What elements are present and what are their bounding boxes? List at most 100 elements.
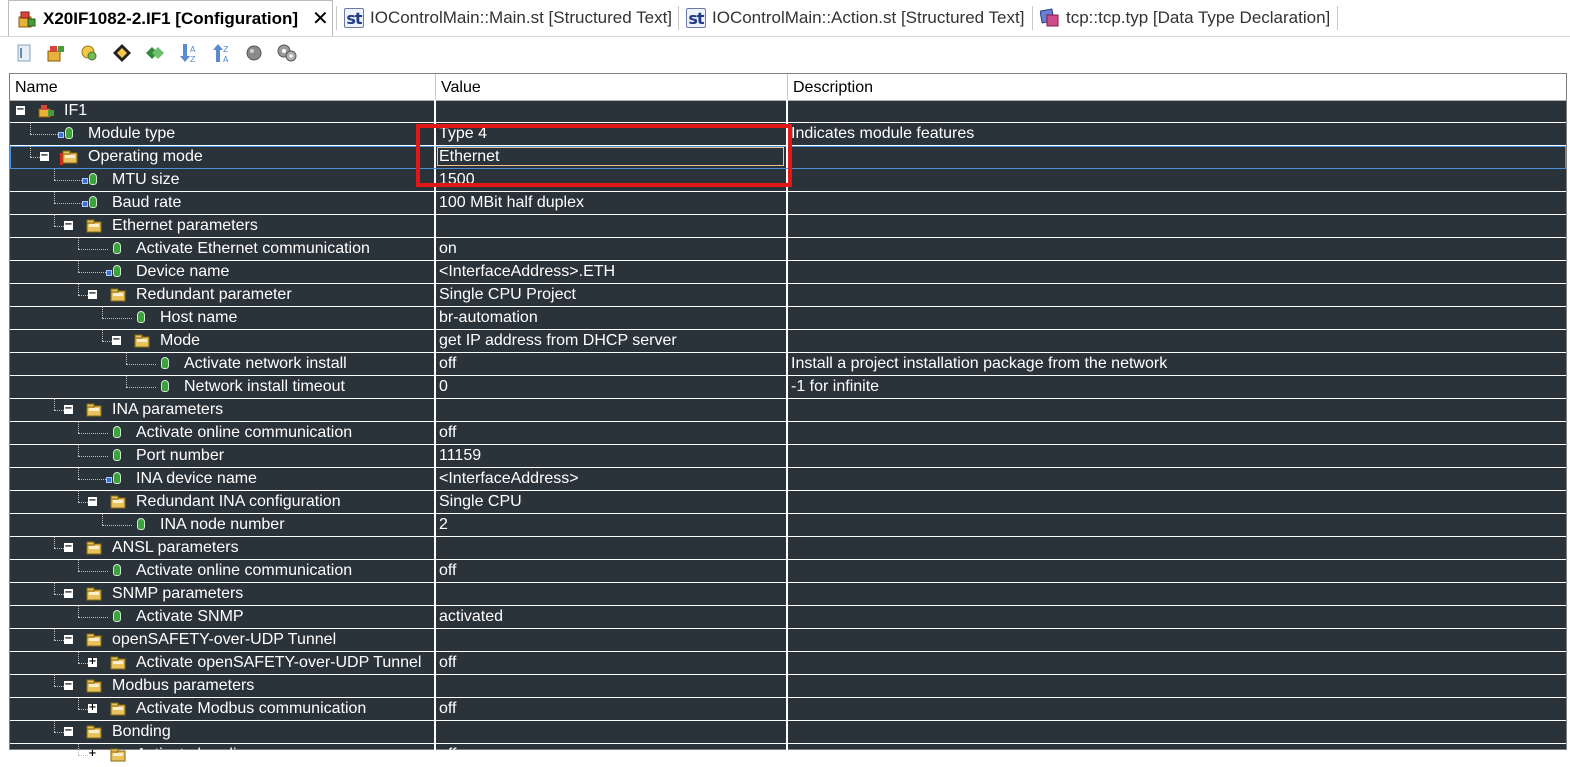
value-cell[interactable]: Single CPU — [436, 491, 785, 513]
table-row[interactable]: Activate online communication off — [10, 422, 1566, 445]
table-row[interactable]: Module type Type 4 Indicates module featur… — [10, 123, 1566, 146]
value-cell[interactable]: Ethernet — [436, 146, 785, 168]
value-cell[interactable]: off — [436, 744, 785, 766]
sort-ascending-icon[interactable]: ZA — [209, 41, 233, 65]
table-row[interactable]: Activate Ethernet communication on — [10, 238, 1566, 261]
column-header-value[interactable]: Value — [436, 74, 788, 100]
table-row[interactable]: Activate SNMP activated — [10, 606, 1566, 629]
collapse-icon[interactable]: − — [40, 151, 49, 161]
table-row[interactable]: INA device name <InterfaceAddress> — [10, 468, 1566, 491]
lock-icon — [106, 270, 112, 276]
close-icon[interactable]: ✕ — [312, 6, 329, 31]
column-header-description[interactable]: Description — [788, 74, 1566, 100]
table-row[interactable]: Activate online communication off — [10, 560, 1566, 583]
row-name: Modbus parameters — [112, 677, 255, 694]
tab-tcp-typ[interactable]: tcp::tcp.typ [Data Type Declaration] — [1032, 0, 1345, 36]
table-row[interactable]: − Redundant parameter Single CPU Project — [10, 284, 1566, 307]
table-row[interactable]: + Activate bonding off — [10, 744, 1566, 767]
table-row[interactable]: Network install timeout 0 -1 for infinite — [10, 376, 1566, 399]
value-cell[interactable] — [436, 721, 785, 743]
table-row[interactable]: − Bonding — [10, 721, 1566, 744]
collapse-icon[interactable]: − — [64, 588, 73, 598]
value-cell[interactable]: off — [436, 652, 785, 674]
table-row[interactable]: − Operating mode Ethernet — [10, 146, 1566, 169]
description-cell — [788, 698, 1566, 720]
table-row[interactable]: + Activate openSAFETY-over-UDP Tunnel off — [10, 652, 1566, 675]
table-row[interactable]: Activate network install off Install a pro… — [10, 353, 1566, 376]
table-row[interactable]: Device name <InterfaceAddress>.ETH — [10, 261, 1566, 284]
value-cell[interactable]: 11159 — [436, 445, 785, 467]
expand-icon[interactable]: + — [88, 703, 97, 713]
edit-icon[interactable] — [77, 41, 101, 65]
table-row[interactable]: − Mode get IP address from DHCP server — [10, 330, 1566, 353]
expand-icon[interactable]: + — [88, 749, 97, 759]
value-cell[interactable]: off — [436, 422, 785, 444]
collapse-icon[interactable]: − — [88, 496, 97, 506]
table-row[interactable]: − openSAFETY-over-UDP Tunnel — [10, 629, 1566, 652]
table-row[interactable]: Baud rate 100 MBit half duplex — [10, 192, 1566, 215]
description-cell — [788, 307, 1566, 329]
column-header-name[interactable]: Name — [10, 74, 436, 100]
value-cell[interactable]: on — [436, 238, 785, 260]
sort-descending-icon[interactable]: AZ — [176, 41, 200, 65]
value-cell[interactable] — [436, 215, 785, 237]
value-cell[interactable]: get IP address from DHCP server — [436, 330, 785, 352]
tab-main-st[interactable]: st IOControlMain::Main.st [Structured Te… — [336, 0, 686, 36]
tree-connector — [126, 364, 156, 365]
collapse-icon[interactable]: − — [88, 289, 97, 299]
table-row[interactable]: INA node number 2 — [10, 514, 1566, 537]
table-row[interactable]: − INA parameters — [10, 399, 1566, 422]
value-cell[interactable]: Type 4 — [436, 123, 785, 145]
parameter-icon — [113, 472, 121, 484]
collapse-icon[interactable]: − — [64, 634, 73, 644]
collapse-icon[interactable]: − — [112, 335, 121, 345]
expand-icon[interactable]: + — [88, 657, 97, 667]
collapse-icon[interactable]: − — [64, 726, 73, 736]
value-cell[interactable]: off — [436, 560, 785, 582]
table-row[interactable]: − ANSL parameters — [10, 537, 1566, 560]
tab-action-st[interactable]: st IOControlMain::Action.st [Structured … — [678, 0, 1040, 36]
value-cell[interactable]: br-automation — [436, 307, 785, 329]
collapse-icon[interactable]: − — [64, 680, 73, 690]
table-row[interactable]: + Activate Modbus communication off — [10, 698, 1566, 721]
collapse-icon[interactable]: − — [64, 404, 73, 414]
value-cell[interactable]: 100 MBit half duplex — [436, 192, 785, 214]
table-row[interactable]: − Redundant INA configuration Single CPU — [10, 491, 1566, 514]
table-row[interactable]: Port number 11159 — [10, 445, 1566, 468]
collapse-icon[interactable]: − — [64, 542, 73, 552]
value-cell[interactable] — [436, 583, 785, 605]
value-cell[interactable] — [436, 629, 785, 651]
value-cell[interactable]: <InterfaceAddress> — [436, 468, 785, 490]
value-cell[interactable]: off — [436, 698, 785, 720]
value-cell[interactable] — [436, 537, 785, 559]
navigate-icon[interactable] — [110, 41, 134, 65]
gears-icon[interactable] — [275, 41, 299, 65]
properties-icon[interactable] — [12, 41, 36, 65]
circle-icon[interactable] — [242, 41, 266, 65]
add-icon[interactable] — [44, 41, 68, 65]
value-cell[interactable]: off — [436, 353, 785, 375]
row-name: Ethernet parameters — [112, 217, 258, 234]
value-cell[interactable] — [436, 100, 785, 122]
table-row[interactable]: − Modbus parameters — [10, 675, 1566, 698]
value-cell[interactable]: 2 — [436, 514, 785, 536]
value-cell[interactable]: <InterfaceAddress>.ETH — [436, 261, 785, 283]
value-cell[interactable]: 0 — [436, 376, 785, 398]
value-cell[interactable] — [436, 399, 785, 421]
value-cell[interactable] — [436, 675, 785, 697]
collapse-icon[interactable]: − — [16, 105, 25, 115]
tab-label: X20IF1082-2.IF1 [Configuration] — [43, 8, 299, 28]
table-row[interactable]: − SNMP parameters — [10, 583, 1566, 606]
value-cell[interactable]: activated — [436, 606, 785, 628]
value-cell[interactable]: Single CPU Project — [436, 284, 785, 306]
table-row[interactable]: − Ethernet parameters — [10, 215, 1566, 238]
tree-connector — [54, 732, 64, 733]
table-row[interactable]: MTU size 1500 — [10, 169, 1566, 192]
tab-configuration[interactable]: X20IF1082-2.IF1 [Configuration] ✕ — [8, 0, 333, 36]
table-row[interactable]: Host name br-automation — [10, 307, 1566, 330]
value-cell[interactable]: 1500 — [436, 169, 785, 191]
table-row[interactable]: − IF1 — [10, 100, 1566, 123]
tree-connector — [78, 571, 108, 572]
link-icon[interactable] — [143, 41, 167, 65]
collapse-icon[interactable]: − — [64, 220, 73, 230]
